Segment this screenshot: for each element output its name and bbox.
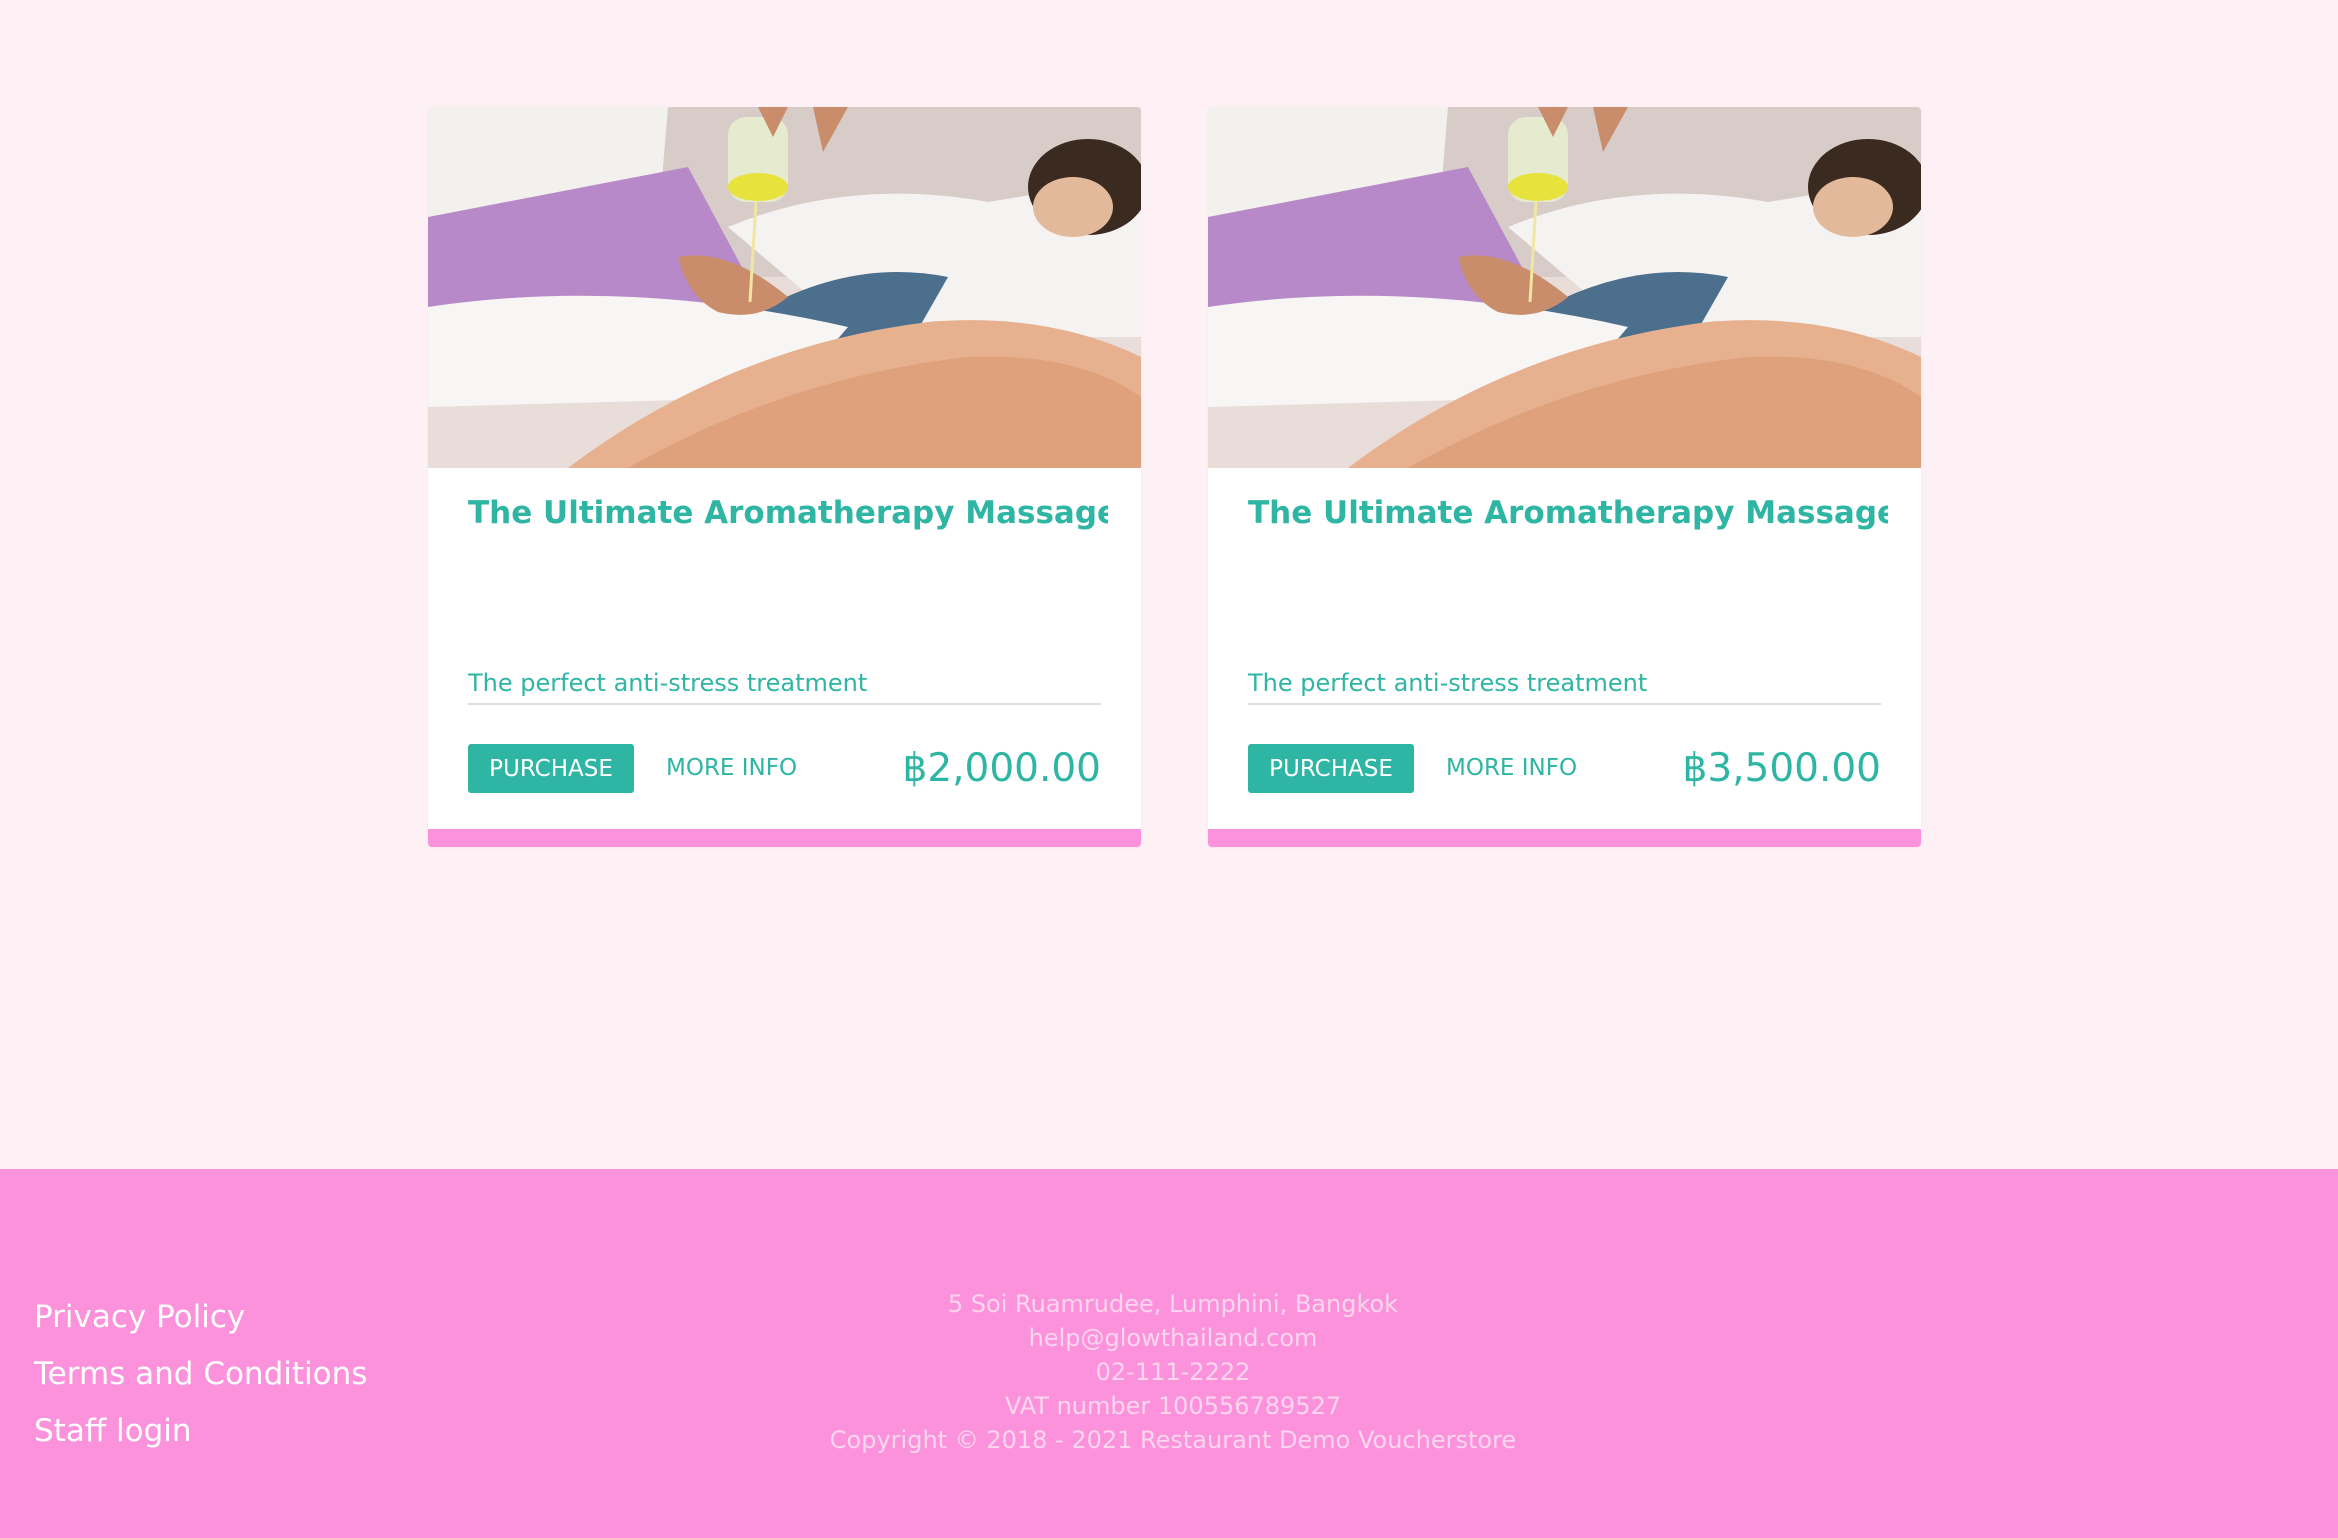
massage-photo-icon: [1208, 107, 1921, 468]
footer-contact-info: 5 Soi Ruamrudee, Lumphini, Bangkok help@…: [773, 1287, 1573, 1457]
privacy-policy-link[interactable]: Privacy Policy: [34, 1289, 367, 1346]
product-card: The Ultimate Aromatherapy Massage The pe…: [428, 107, 1141, 847]
page-content: The Ultimate Aromatherapy Massage The pe…: [0, 0, 2338, 1169]
product-card: The Ultimate Aromatherapy Massage (... T…: [1208, 107, 1921, 847]
product-description: The perfect anti-stress treatment: [468, 669, 868, 697]
footer-email: help@glowthailand.com: [1028, 1324, 1318, 1352]
card-accent-bar: [428, 829, 1141, 847]
purchase-button[interactable]: PURCHASE: [468, 744, 634, 793]
product-title[interactable]: The Ultimate Aromatherapy Massage: [468, 495, 1108, 531]
product-title[interactable]: The Ultimate Aromatherapy Massage (...: [1248, 495, 1888, 531]
product-price: ฿3,500.00: [1682, 746, 1882, 791]
more-info-link[interactable]: MORE INFO: [1446, 755, 1577, 781]
site-footer: Privacy Policy Terms and Conditions Staf…: [0, 1169, 2338, 1538]
footer-vat: VAT number 100556789527: [1004, 1392, 1342, 1420]
footer-copyright: Copyright © 2018 - 2021 Restaurant Demo …: [829, 1426, 1517, 1454]
footer-phone: 02-111-2222: [1095, 1358, 1251, 1386]
massage-photo-icon: [428, 107, 1141, 468]
product-image[interactable]: [428, 107, 1141, 468]
footer-links: Privacy Policy Terms and Conditions Staf…: [34, 1289, 367, 1460]
card-divider: [468, 703, 1101, 705]
staff-login-link[interactable]: Staff login: [34, 1403, 367, 1460]
product-image[interactable]: [1208, 107, 1921, 468]
purchase-button[interactable]: PURCHASE: [1248, 744, 1414, 793]
product-description: The perfect anti-stress treatment: [1248, 669, 1648, 697]
product-price: ฿2,000.00: [902, 746, 1102, 791]
footer-address: 5 Soi Ruamrudee, Lumphini, Bangkok: [947, 1290, 1399, 1318]
card-divider: [1248, 703, 1881, 705]
card-accent-bar: [1208, 829, 1921, 847]
terms-and-conditions-link[interactable]: Terms and Conditions: [34, 1346, 367, 1403]
more-info-link[interactable]: MORE INFO: [666, 755, 797, 781]
